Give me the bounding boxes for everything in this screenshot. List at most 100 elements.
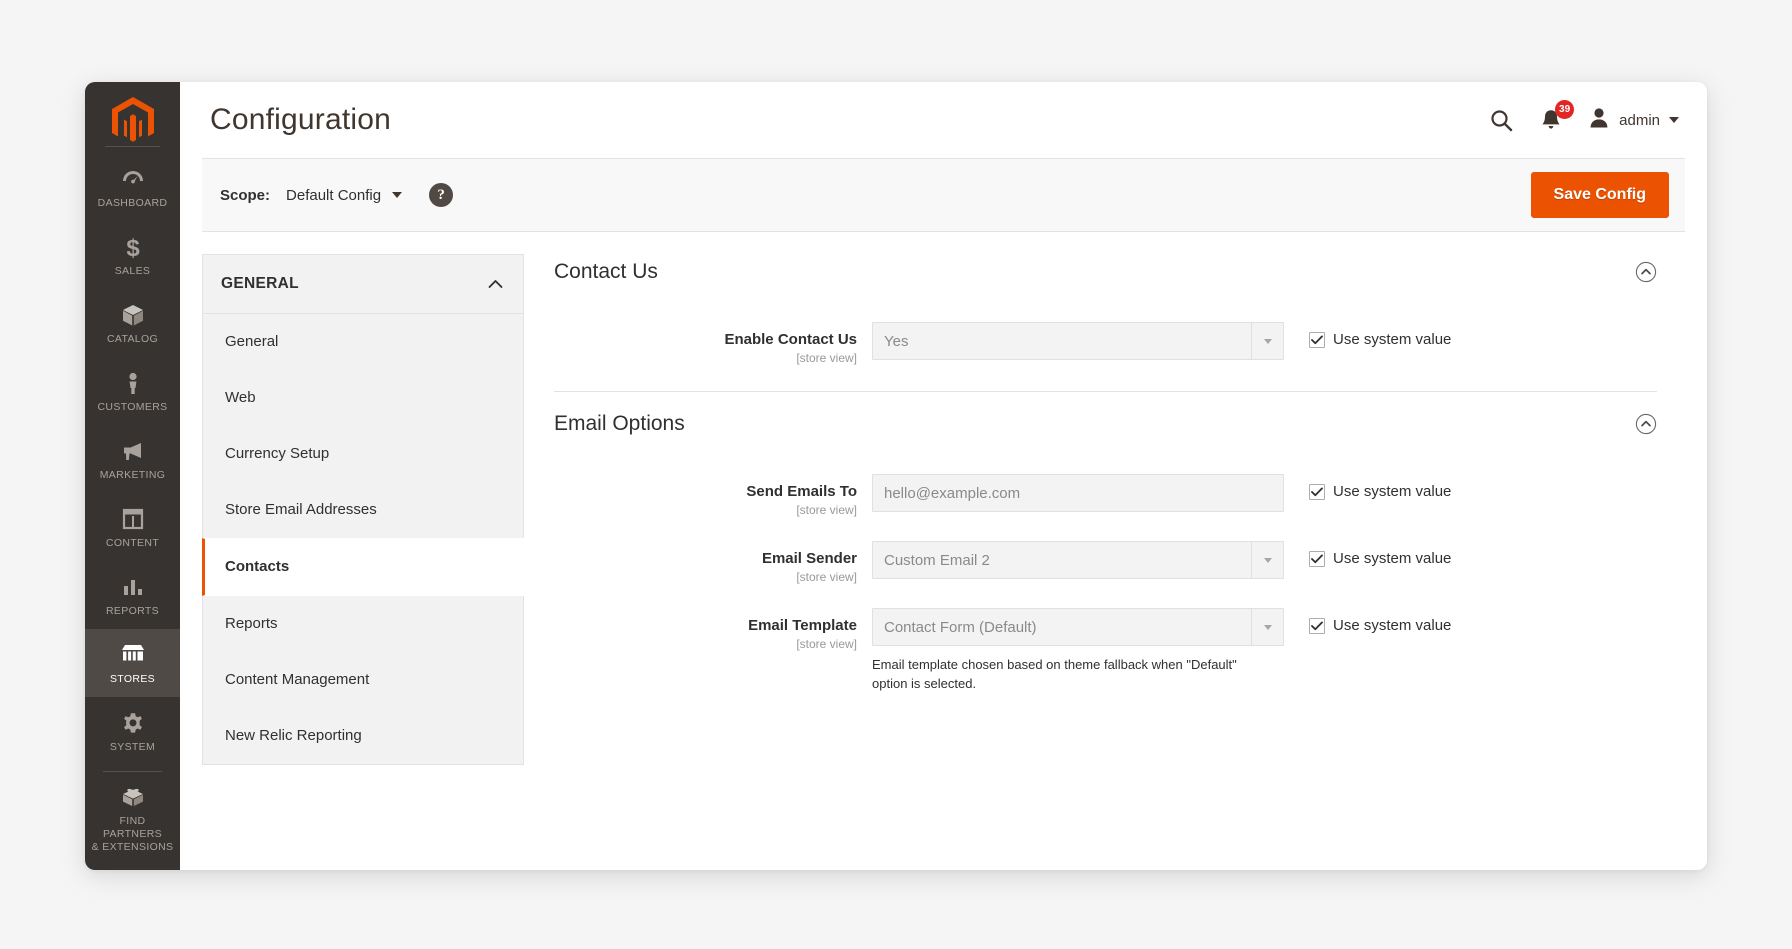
storefront-icon xyxy=(89,642,176,668)
section-body-contact-us: Enable Contact Us [store view] Yes Use s… xyxy=(554,304,1657,381)
field-label: Email Template xyxy=(748,617,857,634)
sidebar-item-label: SYSTEM xyxy=(109,740,156,753)
bar-chart-icon xyxy=(89,574,176,600)
select-value: Custom Email 2 xyxy=(884,551,990,569)
use-system-value-checkbox-email-template[interactable]: Use system value xyxy=(1284,608,1451,634)
section-title: Email Options xyxy=(554,412,685,435)
field-control-col: hello@example.com xyxy=(872,474,1284,512)
config-nav-item-content-management[interactable]: Content Management xyxy=(203,652,523,708)
section-body-email-options: Send Emails To [store view] hello@exampl… xyxy=(554,456,1657,707)
config-nav-item-reports[interactable]: Reports xyxy=(203,596,523,652)
question-mark-icon[interactable]: ? xyxy=(429,183,454,207)
enable-contact-us-select[interactable]: Yes xyxy=(872,322,1284,360)
sidebar-item-system[interactable]: SYSTEM xyxy=(85,697,180,765)
select-value: Yes xyxy=(884,332,909,350)
configuration-content: Contact Us Enable Contact Us [store view… xyxy=(524,254,1685,870)
checkbox-label: Use system value xyxy=(1333,331,1452,348)
configuration-nav: GENERAL General Web Currency Setup Store… xyxy=(202,254,536,870)
use-system-value-checkbox-email-sender[interactable]: Use system value xyxy=(1284,541,1451,567)
save-config-button[interactable]: Save Config xyxy=(1530,172,1669,218)
config-nav-section-general[interactable]: GENERAL xyxy=(202,254,524,314)
chevron-down-icon xyxy=(1251,323,1283,359)
sidebar-item-label-line2: & EXTENSIONS xyxy=(91,841,174,853)
dollar-icon: $ xyxy=(89,234,176,260)
field-control-col: Yes xyxy=(872,322,1284,360)
notification-count-badge: 39 xyxy=(1555,100,1575,119)
config-nav-item-new-relic-reporting[interactable]: New Relic Reporting xyxy=(203,708,523,764)
field-scope: [store view] xyxy=(796,637,857,651)
collapse-circle-up-icon[interactable] xyxy=(1635,413,1657,435)
config-nav-item-general[interactable]: General xyxy=(203,314,523,370)
field-control-col: Custom Email 2 xyxy=(872,541,1284,579)
sidebar-item-label-line1: FIND PARTNERS xyxy=(102,815,162,840)
field-email-sender: Email Sender [store view] Custom Email 2 xyxy=(554,541,1657,586)
field-send-emails-to: Send Emails To [store view] hello@exampl… xyxy=(554,474,1657,519)
field-label-col: Enable Contact Us [store view] xyxy=(554,322,872,367)
page-title: Configuration xyxy=(210,103,392,136)
chevron-down-icon xyxy=(392,192,403,198)
field-label: Email Sender xyxy=(761,550,857,567)
checkbox-label: Use system value xyxy=(1333,483,1452,500)
field-label: Send Emails To xyxy=(746,483,857,500)
header-actions: 39 admin xyxy=(1489,100,1679,134)
field-scope: [store view] xyxy=(796,351,857,365)
box-icon xyxy=(89,302,176,328)
config-nav-list: General Web Currency Setup Store Email A… xyxy=(202,314,536,765)
admin-window: DASHBOARD $ SALES CATALOG CUSTOMERS MARK… xyxy=(85,82,1707,870)
field-scope: [store view] xyxy=(796,503,857,517)
config-nav-item-store-email-addresses[interactable]: Store Email Addresses xyxy=(203,482,523,538)
sidebar-item-label: CATALOG xyxy=(106,332,159,345)
use-system-value-checkbox-enable-contact-us[interactable]: Use system value xyxy=(1284,322,1451,348)
send-emails-to-input[interactable]: hello@example.com xyxy=(872,474,1284,512)
chevron-down-icon xyxy=(1669,117,1679,123)
admin-user-menu[interactable]: admin xyxy=(1588,106,1679,134)
scope-selector[interactable]: Default Config xyxy=(286,187,403,204)
sidebar-item-label: STORES xyxy=(109,672,156,685)
chevron-down-icon xyxy=(1251,542,1283,578)
section-header-contact-us[interactable]: Contact Us xyxy=(554,254,1657,304)
select-value: Contact Form (Default) xyxy=(884,618,1037,636)
sidebar-item-catalog[interactable]: CATALOG xyxy=(85,289,180,357)
checkbox-box xyxy=(1309,483,1325,500)
chevron-up-icon xyxy=(488,279,503,289)
config-nav-item-currency-setup[interactable]: Currency Setup xyxy=(203,426,523,482)
megaphone-icon xyxy=(89,438,176,464)
chevron-down-icon xyxy=(1251,609,1283,645)
sidebar-item-find-partners[interactable]: FIND PARTNERS & EXTENSIONS xyxy=(85,771,180,870)
section-title: Contact Us xyxy=(554,260,658,283)
sidebar-item-content[interactable]: CONTENT xyxy=(85,493,180,561)
admin-sidebar: DASHBOARD $ SALES CATALOG CUSTOMERS MARK… xyxy=(85,82,180,870)
main-region: Configuration 39 admin Scope: Default Co… xyxy=(180,82,1707,870)
collapse-circle-up-icon[interactable] xyxy=(1635,261,1657,283)
field-label: Enable Contact Us xyxy=(724,331,857,348)
layout-icon xyxy=(89,506,176,532)
field-label-col: Email Template [store view] xyxy=(554,608,872,653)
section-header-email-options[interactable]: Email Options xyxy=(554,392,1657,456)
sidebar-item-reports[interactable]: REPORTS xyxy=(85,561,180,629)
sidebar-item-stores[interactable]: STORES xyxy=(85,628,180,697)
sidebar-item-label: CUSTOMERS xyxy=(97,400,168,413)
field-label-col: Send Emails To [store view] xyxy=(554,474,872,519)
checkbox-label: Use system value xyxy=(1333,617,1452,634)
config-nav-item-contacts[interactable]: Contacts xyxy=(202,538,536,596)
sidebar-item-dashboard[interactable]: DASHBOARD xyxy=(85,153,180,221)
sidebar-item-sales[interactable]: $ SALES xyxy=(85,221,180,289)
email-sender-select[interactable]: Custom Email 2 xyxy=(872,541,1284,579)
use-system-value-checkbox-send-emails-to[interactable]: Use system value xyxy=(1284,474,1451,500)
sidebar-item-marketing[interactable]: MARKETING xyxy=(85,425,180,493)
search-icon[interactable] xyxy=(1489,108,1514,133)
sidebar-item-label: REPORTS xyxy=(105,604,160,617)
field-scope: [store view] xyxy=(796,570,857,584)
sidebar-item-customers[interactable]: CUSTOMERS xyxy=(85,357,180,425)
scope-bar: Scope: Default Config ? Save Config xyxy=(202,158,1685,232)
configuration-body: GENERAL General Web Currency Setup Store… xyxy=(180,232,1707,870)
email-template-select[interactable]: Contact Form (Default) xyxy=(872,608,1284,646)
magento-logo-icon[interactable] xyxy=(85,96,180,146)
lego-brick-icon xyxy=(89,784,176,810)
notifications-button[interactable]: 39 xyxy=(1540,100,1575,132)
config-nav-item-web[interactable]: Web xyxy=(203,370,523,426)
dashboard-icon xyxy=(89,166,176,192)
user-avatar-icon xyxy=(1588,106,1610,134)
checkbox-box xyxy=(1309,617,1325,634)
checkbox-label: Use system value xyxy=(1333,550,1452,567)
